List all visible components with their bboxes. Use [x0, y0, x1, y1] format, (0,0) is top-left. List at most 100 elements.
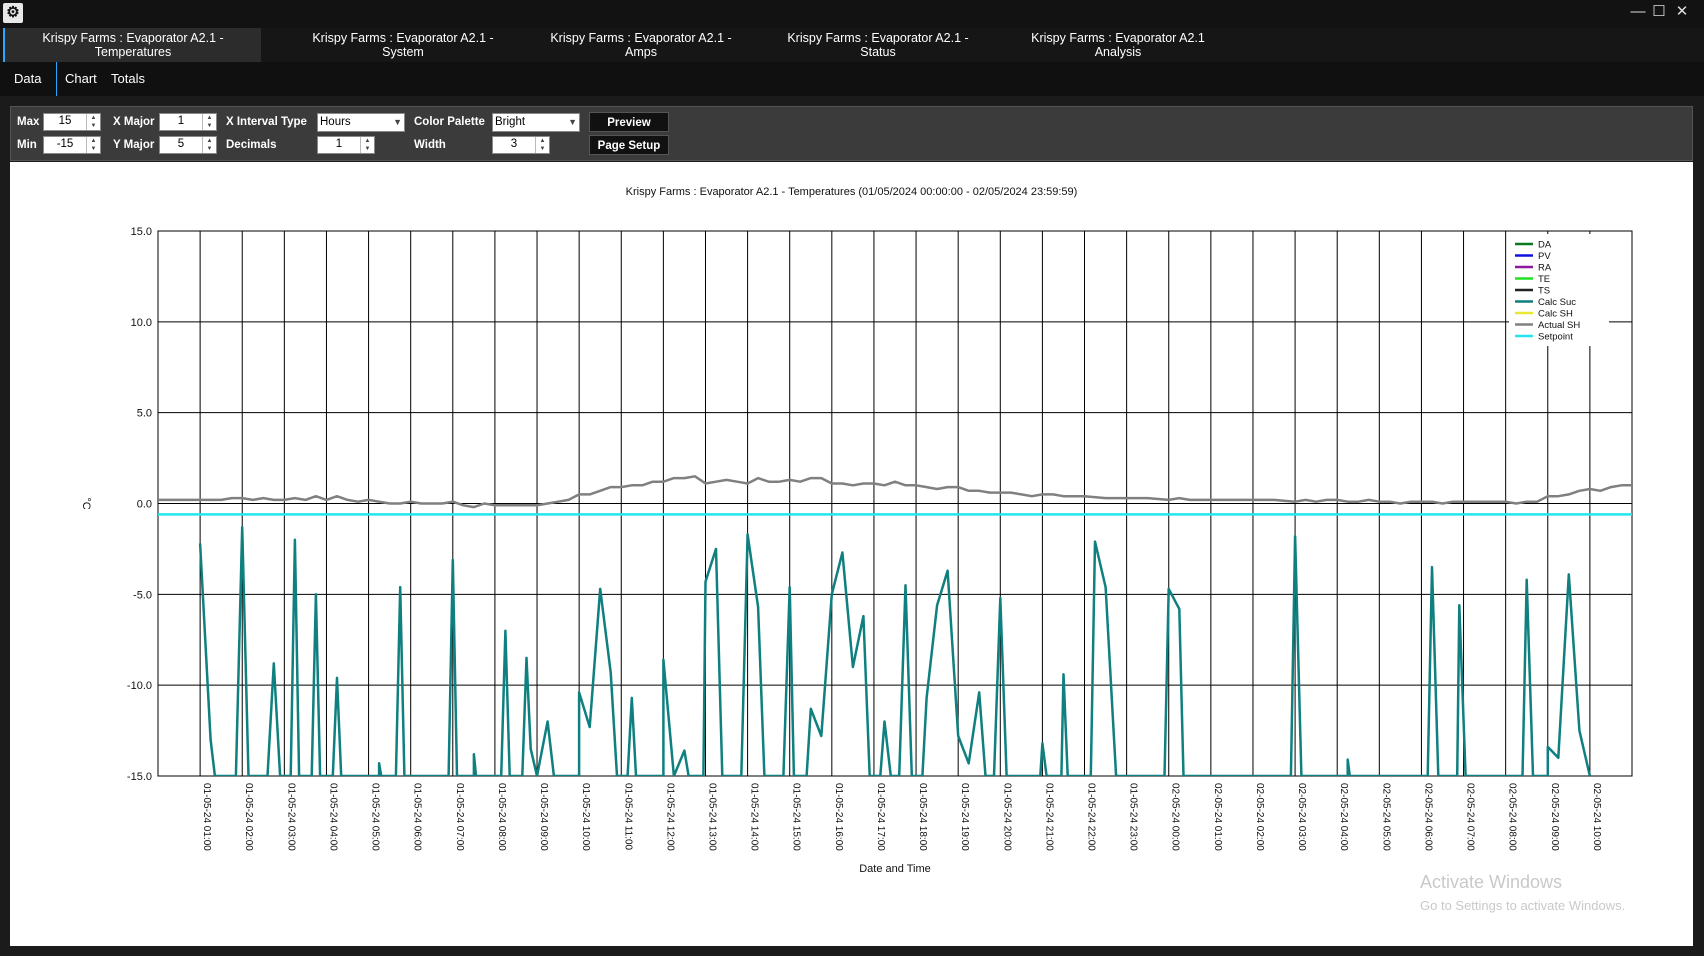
x-tick-label: 01-05-24 12:00 — [664, 783, 675, 851]
view-tabs: Data Chart Totals — [0, 62, 1704, 96]
spin-arrows-icon[interactable]: ▲ ▼ — [86, 137, 100, 153]
x-tick-label: 02-05-24 07:00 — [1465, 783, 1476, 851]
tab-amps[interactable]: Krispy Farms : Evaporator A2.1 - Amps — [513, 28, 769, 62]
x-tick-label: 02-05-24 08:00 — [1507, 783, 1518, 851]
legend-entry: DA — [1538, 240, 1552, 251]
color-palette-label: Color Palette — [414, 116, 485, 128]
tab-system[interactable]: Krispy Farms : Evaporator A2.1 - System — [275, 28, 531, 62]
y-tick-label: 5.0 — [137, 408, 152, 420]
x-tick-label: 01-05-24 13:00 — [706, 783, 717, 851]
legend-entry: TS — [1538, 286, 1550, 297]
spin-arrows-icon[interactable]: ▲ ▼ — [535, 137, 549, 153]
tab-chart[interactable]: Chart — [56, 62, 105, 96]
x-tick-label: 01-05-24 19:00 — [959, 783, 970, 851]
chevron-down-icon: ▼ — [568, 117, 577, 127]
min-stepper[interactable]: -15 ▲ ▼ — [43, 136, 101, 154]
x-tick-label: 01-05-24 11:00 — [622, 783, 633, 851]
document-tabs: Krispy Farms : Evaporator A2.1 - Tempera… — [0, 28, 1704, 62]
spin-arrows-icon[interactable]: ▲ ▼ — [202, 114, 216, 130]
max-stepper[interactable]: 15 ▲ ▼ — [43, 113, 101, 131]
x-interval-type-value: Hours — [320, 116, 351, 128]
tab-totals[interactable]: Totals — [103, 62, 153, 96]
y-tick-label: -15.0 — [127, 771, 152, 783]
tab-data[interactable]: Data — [6, 62, 49, 96]
y-major-label: Y Major — [113, 139, 155, 151]
x-tick-label: 01-05-24 07:00 — [454, 783, 465, 851]
activate-windows-watermark: Activate Windows — [1420, 872, 1563, 892]
x-tick-label: 01-05-24 09:00 — [538, 783, 549, 851]
x-tick-label: 02-05-24 02:00 — [1254, 783, 1265, 851]
tab-status[interactable]: Krispy Farms : Evaporator A2.1 - Status — [750, 28, 1006, 62]
legend-entry: Actual SH — [1538, 320, 1580, 331]
x-tick-label: 01-05-24 06:00 — [412, 783, 423, 851]
spin-arrows-icon[interactable]: ▲ ▼ — [86, 114, 100, 130]
x-tick-label: 02-05-24 04:00 — [1338, 783, 1349, 851]
x-tick-label: 01-05-24 23:00 — [1128, 783, 1139, 851]
x-axis-label: Date and Time — [859, 863, 931, 875]
x-tick-label: 01-05-24 18:00 — [917, 783, 928, 851]
activate-windows-hint: Go to Settings to activate Windows. — [1420, 898, 1626, 913]
decimals-stepper[interactable]: 1 ▲ ▼ — [317, 136, 375, 154]
x-tick-label: 01-05-24 01:00 — [201, 783, 212, 851]
x-tick-label: 01-05-24 21:00 — [1043, 783, 1054, 851]
tab-temperatures[interactable]: Krispy Farms : Evaporator A2.1 - Tempera… — [3, 28, 261, 62]
x-tick-label: 02-05-24 03:00 — [1296, 783, 1307, 851]
legend-entry: RA — [1538, 263, 1552, 274]
x-major-label: X Major — [113, 116, 155, 128]
chart-panel: 15.0 10.0 5.0 0.0 -5.0 -10.0 -15.0 01-05-24 01:… — [10, 162, 1693, 946]
legend-entry: TE — [1538, 274, 1550, 285]
x-interval-type-select[interactable]: Hours ▼ — [317, 113, 405, 132]
preview-button[interactable]: Preview — [589, 112, 669, 132]
x-tick-label: 02-05-24 01:00 — [1212, 783, 1223, 851]
x-major-value: 1 — [177, 115, 185, 127]
y-major-value: 5 — [177, 138, 185, 150]
app-logo-icon: ⚙ — [3, 3, 23, 23]
tab-analysis[interactable]: Krispy Farms : Evaporator A2.1 Analysis — [990, 28, 1246, 62]
width-value: 3 — [510, 138, 518, 150]
title-bar: ⚙ — ☐ ✕ — [0, 0, 1704, 28]
y-tick-label: 0.0 — [137, 499, 152, 511]
close-button[interactable]: ✕ — [1669, 1, 1695, 23]
x-major-stepper[interactable]: 1 ▲ ▼ — [159, 113, 217, 131]
x-tick-label: 01-05-24 03:00 — [285, 783, 296, 851]
x-tick-label: 01-05-24 22:00 — [1086, 783, 1097, 851]
y-tick-label: 15.0 — [131, 226, 152, 238]
x-tick-label: 01-05-24 20:00 — [1001, 783, 1012, 851]
y-tick-label: 10.0 — [131, 317, 152, 329]
color-palette-select[interactable]: Bright ▼ — [492, 113, 580, 132]
decimals-label: Decimals — [226, 139, 277, 151]
chevron-down-icon: ▼ — [393, 117, 402, 127]
width-stepper[interactable]: 3 ▲ ▼ — [492, 136, 550, 154]
spin-arrows-icon[interactable]: ▲ ▼ — [202, 137, 216, 153]
x-tick-label: 02-05-24 10:00 — [1591, 783, 1602, 851]
color-palette-value: Bright — [495, 116, 526, 128]
x-tick-label: 02-05-24 09:00 — [1549, 783, 1560, 851]
y-major-stepper[interactable]: 5 ▲ ▼ — [159, 136, 217, 154]
x-interval-type-label: X Interval Type — [226, 116, 307, 128]
temperature-chart: 15.0 10.0 5.0 0.0 -5.0 -10.0 -15.0 01-05-24 01:… — [80, 226, 1633, 875]
chart-settings-toolbar: Max 15 ▲ ▼ Min -15 ▲ ▼ X Major 1 ▲ ▼ Y Majo… — [10, 106, 1693, 161]
width-label: Width — [414, 139, 446, 151]
spin-arrows-icon[interactable]: ▲ ▼ — [360, 137, 374, 153]
x-tick-label: 02-05-24 00:00 — [1170, 783, 1181, 851]
x-tick-label: 02-05-24 06:00 — [1422, 783, 1433, 851]
x-tick-label: 01-05-24 16:00 — [833, 783, 844, 851]
legend-entry: Calc SH — [1538, 309, 1573, 320]
min-label: Min — [17, 139, 37, 151]
page-setup-button[interactable]: Page Setup — [589, 135, 669, 155]
chart-title: Krispy Farms : Evaporator A2.1 - Tempera… — [625, 186, 1078, 198]
x-tick-label: 01-05-24 02:00 — [243, 783, 254, 851]
x-tick-label: 01-05-24 17:00 — [875, 783, 886, 851]
legend-entry: Setpoint — [1538, 332, 1573, 343]
max-value: 15 — [58, 115, 72, 127]
y-tick-label: -10.0 — [127, 680, 152, 692]
decimals-value: 1 — [335, 138, 343, 150]
x-tick-label: 02-05-24 05:00 — [1380, 783, 1391, 851]
x-tick-label: 01-05-24 15:00 — [791, 783, 802, 851]
x-tick-label: 01-05-24 04:00 — [327, 783, 338, 851]
x-tick-label: 01-05-24 05:00 — [370, 783, 381, 851]
y-tick-label: -5.0 — [133, 589, 152, 601]
y-axis-label: °C — [80, 497, 92, 509]
max-label: Max — [17, 116, 40, 128]
legend-entry: Calc Suc — [1538, 297, 1576, 308]
